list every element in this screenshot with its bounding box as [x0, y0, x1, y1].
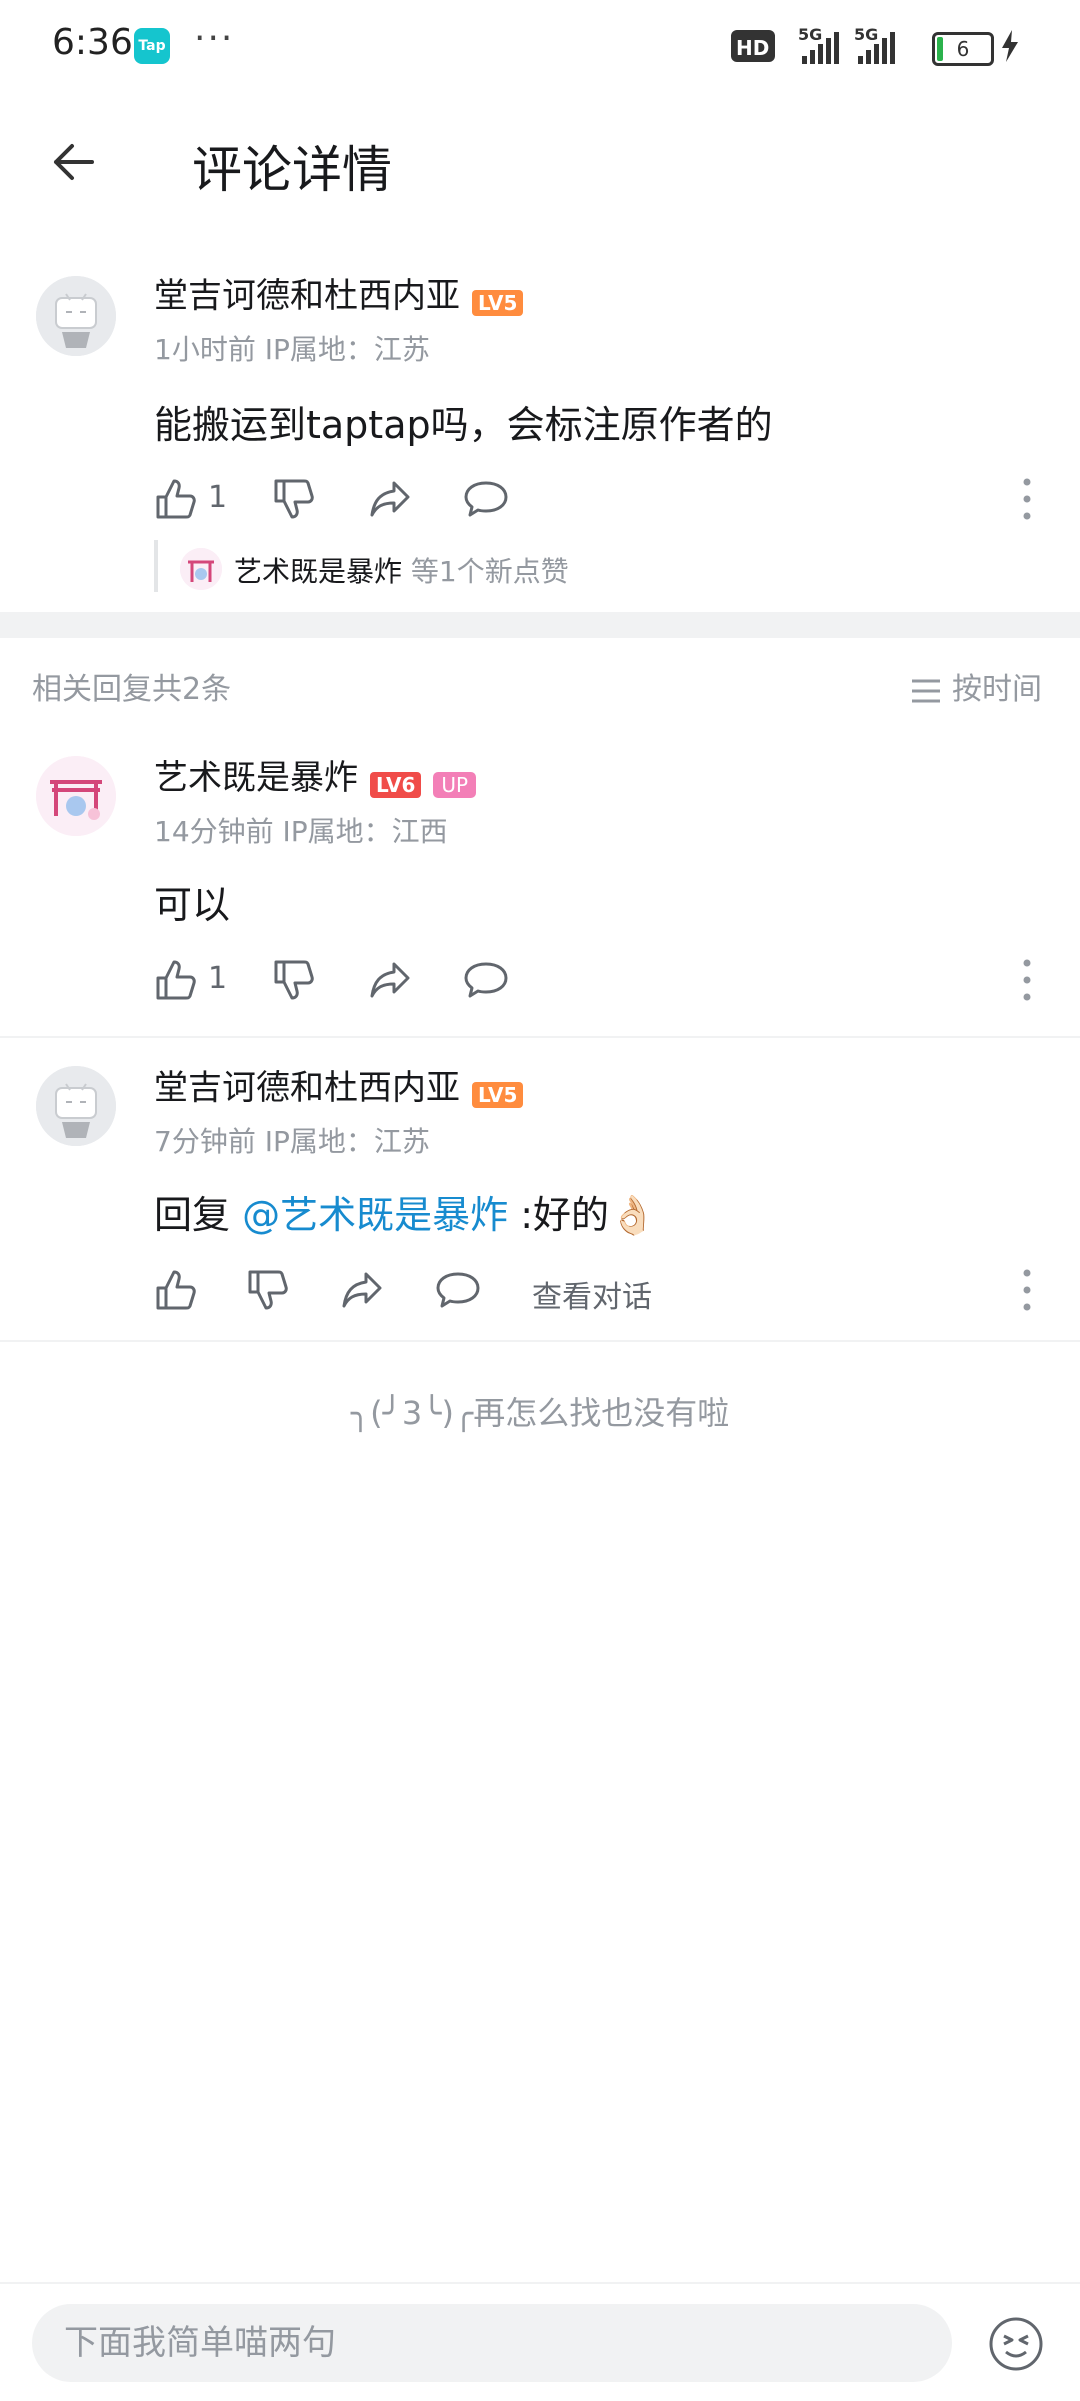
reply-icon[interactable]	[464, 958, 508, 1002]
like-icon[interactable]	[154, 958, 198, 1002]
signal-icon-2: 5G	[854, 25, 914, 70]
share-icon[interactable]	[368, 477, 412, 521]
reply-prefix: 回复	[154, 1193, 243, 1237]
comment-author[interactable]: 堂吉诃德和杜西内亚 LV5	[154, 268, 524, 317]
end-of-list-text: ╮(╯3╰)╭再怎么找也没有啦	[350, 1394, 730, 1432]
username[interactable]: 艺术既是暴炸	[154, 758, 358, 798]
level-badge: LV6	[370, 771, 422, 798]
like-icon[interactable]	[154, 477, 198, 521]
comment-meta: 1小时前 IP属地：江苏	[154, 333, 430, 366]
hd-icon: HD	[730, 28, 790, 68]
share-icon[interactable]	[340, 1268, 384, 1312]
emoji-icon[interactable]	[988, 2316, 1044, 2372]
more-options-icon[interactable]	[1022, 955, 1032, 1005]
battery-icon: 6	[932, 32, 994, 66]
avatar[interactable]	[36, 276, 116, 356]
sort-button[interactable]: 按时间	[910, 664, 1042, 708]
more-notifications-icon: ···	[194, 18, 235, 59]
sig1-text: 5G	[798, 26, 822, 44]
reply-divider	[0, 1036, 1080, 1038]
avatar[interactable]	[36, 1066, 116, 1146]
view-conversation-button[interactable]: 查看对话	[532, 1272, 652, 1316]
status-bar: 6:36 Tap ··· HD 5G 5G 6	[0, 0, 1080, 96]
like-icon[interactable]	[154, 1268, 198, 1312]
reply-divider	[0, 1340, 1080, 1342]
reply-content: 回复 @艺术既是暴炸 :好的👌🏻	[154, 1184, 656, 1239]
status-time: 6:36	[52, 22, 133, 63]
sort-list-icon	[912, 679, 940, 702]
charging-icon	[1000, 30, 1020, 66]
level-badge: LV5	[472, 289, 524, 316]
reply-text: :好的👌🏻	[508, 1193, 657, 1237]
liker-avatar[interactable]	[180, 548, 222, 590]
default-avatar-icon	[36, 1066, 116, 1146]
sig2-text: 5G	[854, 26, 878, 44]
page-title: 评论详情	[192, 141, 392, 199]
mention-link[interactable]: @艺术既是暴炸	[242, 1193, 508, 1237]
username[interactable]: 堂吉诃德和杜西内亚	[154, 276, 460, 316]
comment-input[interactable]: 下面我简单喵两句	[32, 2304, 952, 2382]
reply-icon[interactable]	[436, 1268, 480, 1312]
new-likes-suffix: 等1个新点赞	[410, 555, 569, 588]
user-avatar-image	[36, 756, 116, 836]
dislike-icon[interactable]	[246, 1268, 290, 1312]
hd-text: HD	[736, 36, 769, 60]
like-count: 1	[208, 961, 228, 996]
section-divider	[0, 612, 1080, 638]
bottom-divider	[0, 2282, 1080, 2284]
avatar[interactable]	[36, 756, 116, 836]
back-arrow-icon[interactable]	[48, 136, 100, 188]
default-avatar-icon	[36, 276, 116, 356]
reply-meta: 7分钟前 IP属地：江苏	[154, 1125, 430, 1158]
reply-meta: 14分钟前 IP属地：江西	[154, 815, 448, 848]
likes-divider	[154, 540, 158, 592]
comment-content: 能搬运到taptap吗，会标注原作者的	[154, 403, 773, 447]
dislike-icon[interactable]	[272, 477, 316, 521]
reply-icon[interactable]	[464, 477, 508, 521]
taptap-app-icon: Tap	[134, 28, 170, 64]
more-options-icon[interactable]	[1022, 1265, 1032, 1315]
dislike-icon[interactable]	[272, 958, 316, 1002]
sort-label: 按时间	[952, 672, 1042, 707]
share-icon[interactable]	[368, 958, 412, 1002]
reply-content: 可以	[154, 883, 231, 927]
username[interactable]: 堂吉诃德和杜西内亚	[154, 1068, 460, 1108]
reply-author[interactable]: 堂吉诃德和杜西内亚 LV5	[154, 1060, 524, 1109]
new-likes-text[interactable]: 艺术既是暴炸 等1个新点赞	[234, 550, 569, 590]
up-badge: UP	[433, 771, 477, 798]
like-count: 1	[208, 480, 228, 515]
level-badge: LV5	[472, 1081, 524, 1108]
replies-count-title: 相关回复共2条	[32, 672, 232, 707]
more-options-icon[interactable]	[1022, 474, 1032, 524]
reply-author[interactable]: 艺术既是暴炸 LV6 UP	[154, 750, 477, 799]
signal-icon: 5G	[798, 25, 848, 70]
battery-level: 6	[956, 37, 970, 61]
liker-name[interactable]: 艺术既是暴炸	[234, 555, 402, 588]
liker-avatar-image	[180, 548, 222, 590]
